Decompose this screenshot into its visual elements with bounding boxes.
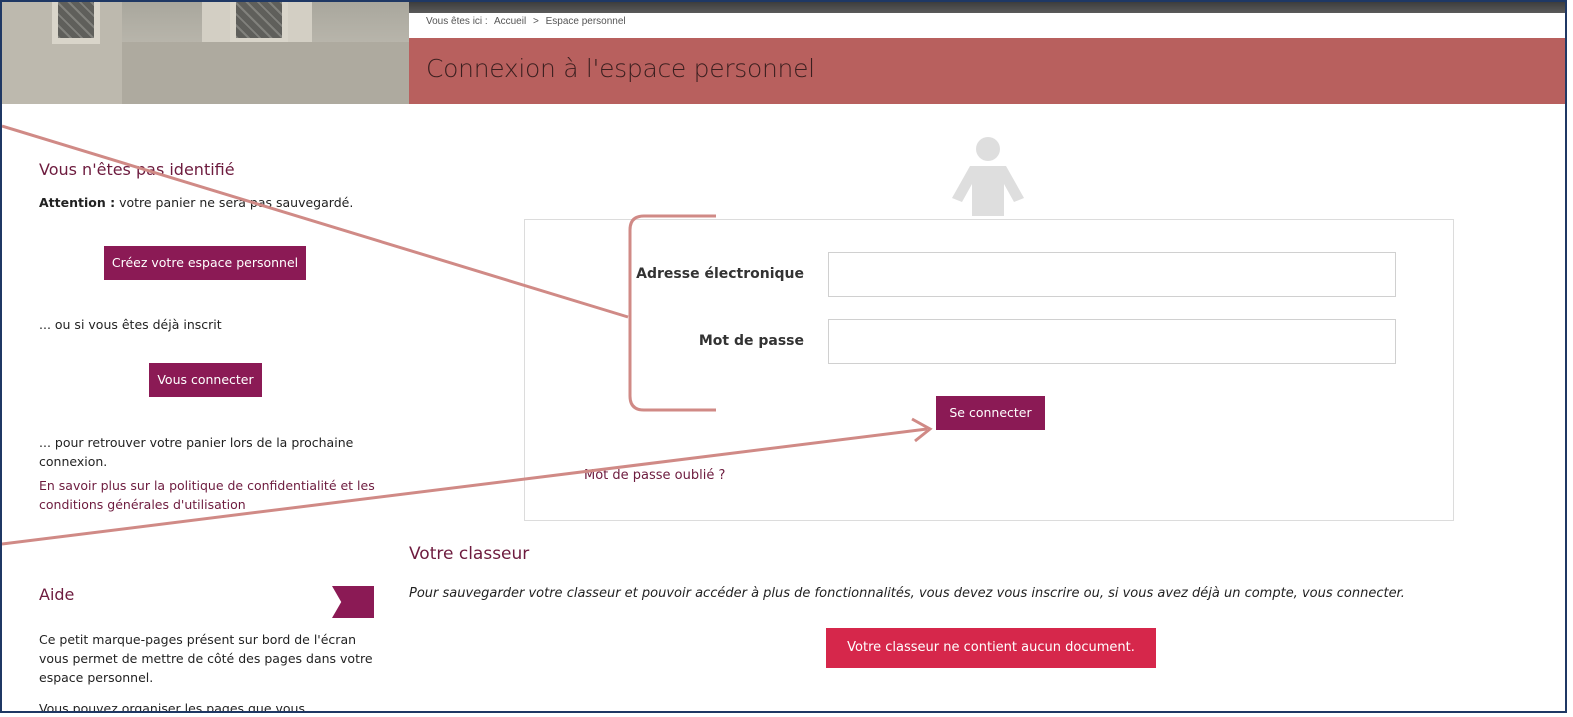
forgot-password-link[interactable]: Mot de passe oublié ?: [584, 468, 725, 483]
password-field[interactable]: [828, 319, 1396, 364]
email-field[interactable]: [828, 252, 1396, 297]
help-heading: Aide: [39, 585, 75, 604]
help-line-4: Vous pouvez organiser les pages que vous: [39, 701, 305, 713]
privacy-link-line-1[interactable]: En savoir plus sur la politique de confi…: [39, 476, 375, 495]
privacy-link-line-2[interactable]: conditions générales d'utilisation: [39, 495, 375, 514]
breadcrumb-separator: >: [532, 16, 539, 27]
breadcrumb: Vous êtes ici : Accueil > Espace personn…: [426, 16, 630, 27]
classeur-heading: Votre classeur: [409, 544, 530, 564]
page-title: Connexion à l'espace personnel: [426, 54, 815, 83]
email-label: Adresse électronique: [636, 266, 804, 282]
help-line-1: Ce petit marque-pages présent sur bord d…: [39, 632, 357, 647]
already-registered-text: ... ou si vous êtes déjà inscrit: [39, 317, 222, 332]
retrieve-cart-line-1: ... pour retrouver votre panier lors de …: [39, 435, 354, 450]
create-account-button[interactable]: Créez votre espace personnel: [104, 246, 306, 280]
password-label: Mot de passe: [698, 333, 804, 349]
sidebar-connect-button[interactable]: Vous connecter: [149, 363, 262, 397]
breadcrumb-home-link[interactable]: Accueil: [494, 16, 526, 27]
bookmark-icon[interactable]: [332, 586, 374, 618]
attention-label: Attention :: [39, 195, 116, 210]
classeur-intro: Pour sauvegarder votre classeur et pouvo…: [409, 586, 1405, 601]
attention-notice: Attention : votre panier ne sera pas sau…: [39, 193, 353, 212]
retrieve-cart-line-2: connexion.: [39, 454, 108, 469]
not-identified-heading: Vous n'êtes pas identifié: [39, 160, 235, 179]
help-line-3: espace personnel.: [39, 670, 154, 685]
header-photo: [2, 2, 409, 104]
attention-text: votre panier ne sera pas sauvegardé.: [115, 195, 354, 210]
empty-classeur-alert: Votre classeur ne contient aucun documen…: [826, 628, 1156, 668]
help-text: Ce petit marque-pages présent sur bord d…: [39, 630, 373, 713]
help-line-2: vous permet de mettre de côté des pages …: [39, 651, 373, 666]
breadcrumb-prefix: Vous êtes ici :: [426, 16, 488, 27]
page-frame: Vous êtes ici : Accueil > Espace personn…: [0, 0, 1567, 713]
user-icon: [952, 137, 1024, 216]
login-submit-button[interactable]: Se connecter: [936, 396, 1045, 430]
breadcrumb-current: Espace personnel: [545, 16, 626, 27]
privacy-policy-link[interactable]: En savoir plus sur la politique de confi…: [39, 476, 375, 514]
retrieve-cart-text: ... pour retrouver votre panier lors de …: [39, 433, 353, 471]
